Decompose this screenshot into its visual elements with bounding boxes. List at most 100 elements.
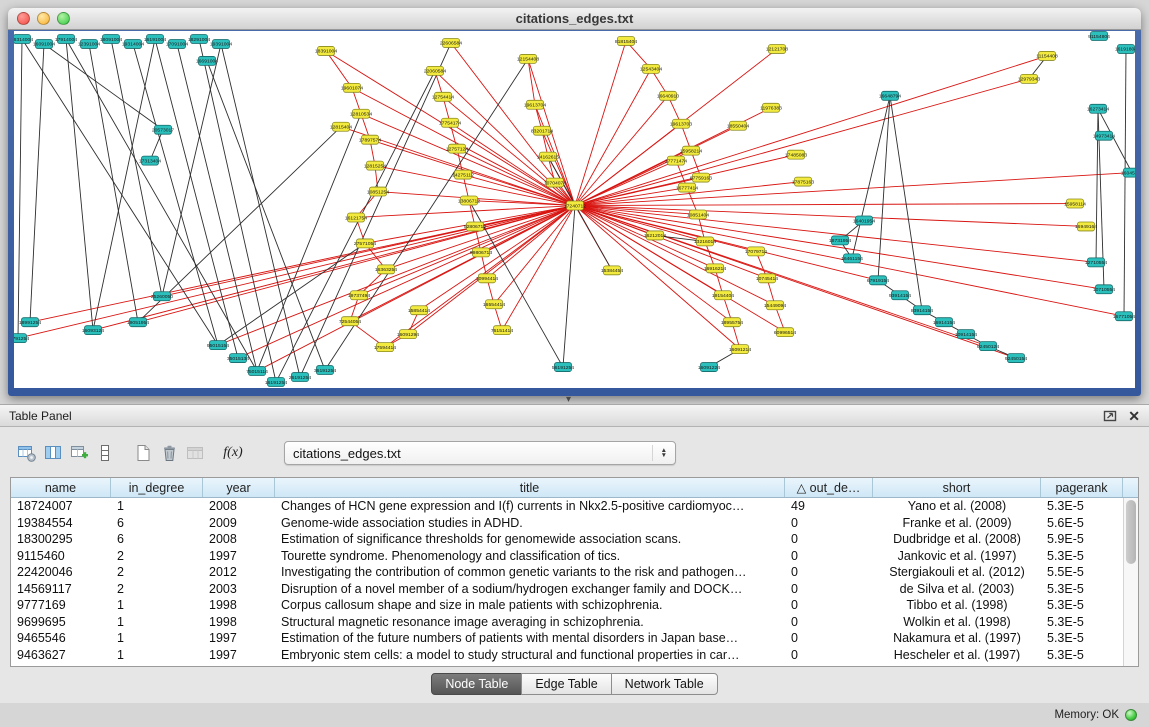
graph-node[interactable]: 18955754 [721, 318, 743, 327]
graph-node[interactable]: 16121754 [345, 213, 367, 222]
graph-node[interactable]: 16363254 [375, 265, 397, 274]
column-settings-icon[interactable] [14, 440, 40, 466]
table-row[interactable]: 969969511998Structural magnetic resonanc… [11, 614, 1138, 631]
graph-node[interactable]: 60996514 [774, 328, 796, 337]
graph-node[interactable]: 16091004 [33, 39, 55, 48]
graph-node[interactable]: 26191254 [289, 373, 311, 382]
column-header[interactable]: title [275, 478, 785, 497]
graph-node[interactable]: 12810534 [350, 109, 372, 118]
table-row[interactable]: 946554611997Estimation of the future num… [11, 630, 1138, 647]
graph-node[interactable]: 17771474 [665, 156, 687, 165]
graph-node[interactable]: 17485083 [785, 150, 807, 159]
graph-node[interactable]: 16461154 [841, 254, 863, 263]
graph-node[interactable]: 52806712 [464, 222, 486, 231]
show-hide-columns-icon[interactable] [40, 440, 66, 466]
graph-node[interactable]: 10710554 [1093, 285, 1115, 294]
graph-node[interactable]: 14973414 [1093, 131, 1115, 140]
graph-node[interactable]: 15449094 [764, 301, 786, 310]
graph-node[interactable]: 10745414 [756, 274, 778, 283]
graph-node[interactable]: 16091294 [397, 330, 419, 339]
table-row[interactable]: 1938455462009Genome-wide association stu… [11, 515, 1138, 532]
table-row[interactable]: 911546021997Tourette syndrome. Phenomeno… [11, 548, 1138, 565]
scrollbar-thumb[interactable] [1126, 500, 1136, 564]
graph-node[interactable]: 12710554 [1085, 258, 1107, 267]
graph-node[interactable]: 22060584 [424, 66, 446, 75]
graph-node[interactable]: 18291004 [188, 34, 210, 43]
graph-node[interactable]: 19613704 [524, 100, 546, 109]
minimize-window-button[interactable] [37, 12, 50, 25]
graph-node[interactable]: 17897574 [359, 135, 381, 144]
graph-node[interactable]: 56191254 [552, 363, 574, 372]
graph-node[interactable]: 19613703 [670, 119, 692, 128]
graph-node[interactable]: 83914154 [911, 306, 933, 315]
graph-node[interactable]: 12754414 [432, 92, 454, 101]
graph-node[interactable]: 10851254 [367, 187, 389, 196]
graph-node[interactable]: 17240712 [564, 201, 586, 210]
graph-node[interactable]: 16401954 [853, 216, 875, 225]
graph-node[interactable]: 92450124 [977, 342, 999, 351]
graph-node[interactable]: 36191254 [314, 366, 336, 375]
graph-node[interactable]: 13806712 [458, 196, 480, 205]
graph-node[interactable]: 12154408 [517, 54, 539, 63]
table-scrollbar[interactable] [1123, 498, 1138, 666]
graph-node[interactable]: 11976383 [760, 103, 782, 112]
graph-node[interactable]: 19051954 [127, 318, 149, 327]
column-header[interactable]: short [873, 478, 1041, 497]
graph-node[interactable]: 15958214 [680, 146, 702, 155]
graph-node[interactable]: 91154804 [1088, 31, 1110, 40]
graph-node[interactable]: 18314004 [14, 34, 33, 43]
graph-node[interactable]: 35015134 [227, 354, 249, 363]
graph-node[interactable]: 16777414 [676, 183, 698, 192]
graph-node[interactable]: 19314004 [122, 39, 144, 48]
graph-node[interactable]: 16771054 [1113, 312, 1135, 321]
table-row[interactable]: 1872400712008Changes of HCN gene express… [11, 498, 1138, 515]
table-row[interactable]: 977716911998Corpus callosum shape and si… [11, 597, 1138, 614]
graph-node[interactable]: 16914154 [933, 318, 955, 327]
graph-node[interactable]: 12815404 [330, 122, 352, 131]
graph-node[interactable]: 99806713 [470, 248, 492, 257]
graph-node[interactable]: 19601074 [341, 83, 363, 92]
graph-node[interactable]: 87759163 [690, 173, 712, 182]
graph-node[interactable]: 16691004 [196, 56, 218, 65]
graph-node[interactable]: 19154404 [712, 291, 734, 300]
graph-node[interactable]: 19737494 [348, 291, 370, 300]
graph-node[interactable]: 18091004 [100, 34, 122, 43]
tab-node-table[interactable]: Node Table [431, 673, 522, 695]
tab-network-table[interactable]: Network Table [611, 673, 718, 695]
graph-node[interactable]: 75015114 [246, 367, 268, 376]
graph-node[interactable]: 16648794 [879, 91, 901, 100]
graph-node[interactable]: 93914154 [889, 291, 911, 300]
graph-node[interactable]: 83201714 [531, 126, 553, 135]
graph-node[interactable]: 15384454 [601, 266, 623, 275]
table-row[interactable]: 1456911722003Disruption of a novel membe… [11, 581, 1138, 598]
graph-node[interactable]: 12391004 [78, 39, 100, 48]
graph-node[interactable]: 27571054 [354, 239, 376, 248]
graph-node[interactable]: 18991254 [19, 318, 41, 327]
graph-node[interactable]: 17091004 [166, 39, 188, 48]
graph-node[interactable]: 13216014 [694, 237, 716, 246]
zoom-window-button[interactable] [57, 12, 70, 25]
close-window-button[interactable] [17, 12, 30, 25]
graph-node[interactable]: 17754174 [439, 118, 461, 127]
graph-node[interactable]: 16191004 [144, 34, 166, 43]
graph-node[interactable]: 92450154 [1005, 354, 1027, 363]
graph-node[interactable]: 12979343 [1018, 74, 1040, 83]
window-titlebar[interactable]: citations_edges.txt [8, 8, 1141, 30]
graph-node[interactable]: 72544054 [339, 317, 361, 326]
graph-node[interactable]: 25260050 [151, 292, 173, 301]
graph-node[interactable]: 76151414 [491, 326, 513, 335]
graph-node[interactable]: 67919154 [867, 276, 889, 285]
graph-node[interactable]: 16273414 [1087, 104, 1109, 113]
table-row[interactable]: 946362711997Embryonic stem cells: a mode… [11, 647, 1138, 664]
tab-edge-table[interactable]: Edge Table [521, 673, 611, 695]
table-selector-dropdown[interactable]: citations_edges.txt ▲▼ [284, 441, 676, 465]
graph-node[interactable]: 16191804 [1115, 44, 1135, 53]
float-panel-icon[interactable] [1103, 409, 1118, 423]
graph-node[interactable]: 16091224 [698, 363, 720, 372]
column-header[interactable]: year [203, 478, 275, 497]
graph-node[interactable]: 17875163 [792, 177, 814, 186]
graph-node[interactable]: 22606584 [440, 38, 462, 47]
graph-node[interactable]: 18731954 [829, 236, 851, 245]
graph-node[interactable]: 10704074 [544, 178, 566, 187]
graph-node[interactable]: 17914004 [55, 34, 77, 43]
